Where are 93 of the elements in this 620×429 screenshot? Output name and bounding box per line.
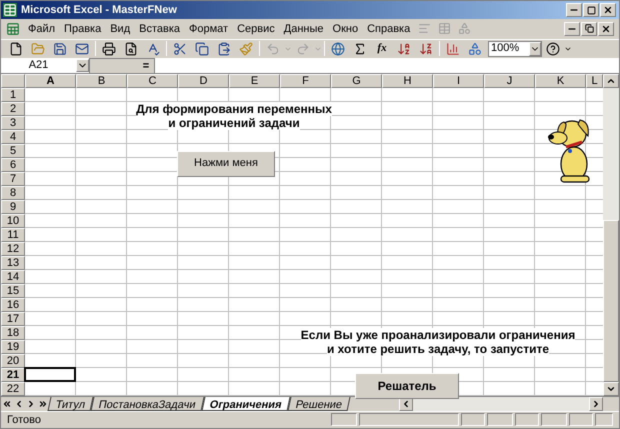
zoom-value: 100% xyxy=(490,41,520,56)
equals-sign: = xyxy=(142,59,150,73)
formula-field[interactable] xyxy=(154,58,619,73)
row-header[interactable]: 19 xyxy=(1,340,25,354)
sheet-tab[interactable]: ПостановкаЗадачи xyxy=(90,396,204,410)
menu-item[interactable]: Формат xyxy=(185,20,232,38)
toolbar-icon xyxy=(418,22,432,36)
menu-item[interactable]: Справка xyxy=(363,20,414,38)
caret-icon xyxy=(529,42,541,56)
zoom-dropdown[interactable]: 100% xyxy=(488,40,542,56)
row-header[interactable]: 17 xyxy=(1,312,25,326)
status-text: Готово xyxy=(7,412,42,428)
restore-icon xyxy=(584,24,594,34)
menu-item[interactable]: Сервис xyxy=(233,20,279,38)
maximize-button[interactable] xyxy=(583,3,599,18)
column-header[interactable]: L xyxy=(586,74,603,88)
toolbar-icon xyxy=(458,22,472,36)
close-icon xyxy=(601,24,611,34)
row-header[interactable]: 5 xyxy=(1,144,25,158)
row-header[interactable]: 1 xyxy=(1,88,25,102)
menu-item[interactable]: Правка xyxy=(60,20,106,38)
vertical-scrollbar[interactable] xyxy=(603,74,619,396)
sheet-tab[interactable]: Титул xyxy=(48,396,94,410)
note-text: и ограничений задачи xyxy=(168,116,300,130)
row-header[interactable]: 4 xyxy=(1,130,25,144)
column-header[interactable]: H xyxy=(382,74,433,88)
row-header[interactable]: 9 xyxy=(1,200,25,214)
status-panel xyxy=(487,413,513,426)
status-panel xyxy=(515,413,539,426)
press-me-button[interactable]: Нажми меня xyxy=(177,150,275,176)
restore-button[interactable] xyxy=(581,22,597,36)
menu-item[interactable]: Данные xyxy=(280,20,328,38)
name-box[interactable]: A21 xyxy=(1,58,90,73)
row-header[interactable]: 10 xyxy=(1,214,25,228)
close-button[interactable] xyxy=(600,3,616,18)
column-header[interactable]: B xyxy=(76,74,127,88)
row-header[interactable]: 11 xyxy=(1,228,25,242)
row-header[interactable]: 14 xyxy=(1,270,25,284)
row-header[interactable]: 22 xyxy=(1,382,25,396)
row-header[interactable]: 2 xyxy=(1,102,25,116)
status-panel xyxy=(331,413,357,426)
maximize-icon xyxy=(586,6,596,15)
right-arrow-icon xyxy=(38,398,48,408)
window-title: Microsoft Excel - MasterFNew xyxy=(21,2,178,18)
close-icon xyxy=(603,5,613,16)
close-button[interactable] xyxy=(598,22,614,36)
left-arrow-icon xyxy=(2,398,12,408)
toolbar-icon xyxy=(438,22,452,36)
menu-item[interactable]: Вставка xyxy=(135,20,184,38)
column-header[interactable]: G xyxy=(331,74,382,88)
minimize-button[interactable] xyxy=(564,22,580,36)
sheet-tab[interactable]: Ограничения xyxy=(201,396,290,410)
column-header[interactable]: J xyxy=(484,74,535,88)
row-header[interactable]: 12 xyxy=(1,242,25,256)
horizontal-scrollbar[interactable] xyxy=(399,396,603,410)
status-panel xyxy=(569,413,593,426)
row-header[interactable]: 20 xyxy=(1,354,25,368)
column-header[interactable]: D xyxy=(178,74,229,88)
note-text: Если Вы уже проанализировали ограничения xyxy=(300,328,576,342)
row-header[interactable]: 15 xyxy=(1,284,25,298)
row-header[interactable]: 18 xyxy=(1,326,25,340)
column-header[interactable]: K xyxy=(535,74,586,88)
status-panel xyxy=(595,413,613,426)
row-header[interactable]: 13 xyxy=(1,256,25,270)
row-header[interactable]: 3 xyxy=(1,116,25,130)
menu-item[interactable]: Окно xyxy=(328,20,362,38)
column-header[interactable]: C xyxy=(127,74,178,88)
column-header[interactable]: E xyxy=(229,74,280,88)
sheet-tab[interactable]: Решение xyxy=(287,396,350,410)
selected-cell[interactable] xyxy=(24,366,76,382)
status-panel xyxy=(541,413,567,426)
note-text: Для формирования переменных xyxy=(136,102,332,116)
menu-item[interactable]: Вид xyxy=(106,20,134,38)
solver-button[interactable]: Решатель xyxy=(355,372,459,398)
row-header[interactable]: 6 xyxy=(1,158,25,172)
row-header[interactable]: 8 xyxy=(1,186,25,200)
column-header[interactable]: I xyxy=(433,74,484,88)
note-text: и хотите решить задачу, то запустите xyxy=(326,342,550,356)
column-header[interactable]: F xyxy=(280,74,331,88)
scroll-left-icon xyxy=(401,398,411,408)
column-header[interactable]: A xyxy=(25,74,76,88)
caret-icon xyxy=(76,59,89,72)
app-icon xyxy=(3,3,17,18)
scroll-right-icon xyxy=(591,398,601,408)
menu-item[interactable]: Файл xyxy=(24,20,60,38)
status-panel xyxy=(461,413,485,426)
function-button[interactable]: fx xyxy=(371,40,393,58)
cell-grid[interactable] xyxy=(25,88,603,396)
corner-header[interactable] xyxy=(1,74,25,88)
workbook-icon xyxy=(6,22,20,36)
minimize-button[interactable] xyxy=(566,3,582,18)
row-header[interactable]: 7 xyxy=(1,172,25,186)
row-header[interactable]: 16 xyxy=(1,298,25,312)
